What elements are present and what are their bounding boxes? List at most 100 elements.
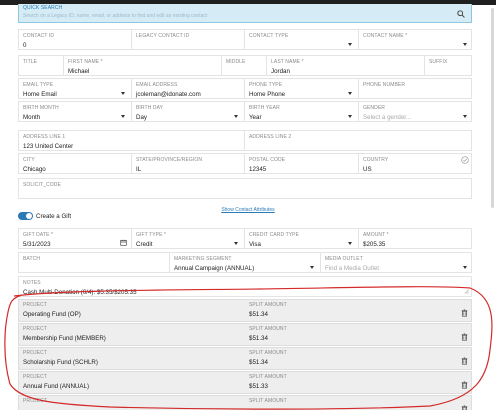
birth-day-select[interactable]: BIRTH DAY Day <box>132 102 245 121</box>
country-field[interactable]: COUNTRY US <box>359 154 473 173</box>
chevron-down-icon <box>463 266 467 269</box>
country-label: COUNTRY <box>363 157 389 163</box>
email-address-value: jcoleman@idonate.com <box>136 91 201 98</box>
trash-icon[interactable] <box>461 309 468 317</box>
scrollbar[interactable] <box>491 8 494 208</box>
state-field[interactable]: STATE/PROVINCE/REGION IL <box>132 154 245 173</box>
chevron-down-icon <box>348 43 352 46</box>
middle-label: MIDDLE <box>226 59 246 65</box>
last-name-field[interactable]: LAST NAME * Jordan <box>267 56 425 75</box>
address-line-1-label: ADDRESS LINE 1 <box>23 134 66 140</box>
project-value: Scholarship Fund (SCHLR) <box>23 359 98 366</box>
toggle-knob <box>26 213 32 219</box>
address-line-1-value: 123 United Center <box>23 143 74 150</box>
chevron-down-icon <box>348 242 352 245</box>
quick-search-label: QUICK SEARCH <box>23 5 63 11</box>
project-field[interactable]: PROJECT <box>19 396 245 410</box>
birth-month-select[interactable]: BIRTH MONTH Month <box>19 102 132 121</box>
credit-card-type-value: Visa <box>249 241 261 248</box>
trash-icon[interactable] <box>461 381 468 389</box>
project-split-row: PROJECT Annual Fund (ANNUAL) SPLIT AMOUNT $… <box>18 371 472 394</box>
media-outlet-select[interactable]: MEDIA OUTLET Find a Media Outlet <box>321 253 473 272</box>
birth-row: BIRTH MONTH Month BIRTH DAY Day BIRTH YE… <box>18 101 472 122</box>
split-amount-field[interactable]: SPLIT AMOUNT $51.34 <box>245 348 473 369</box>
city-label: CITY <box>23 157 35 163</box>
trash-icon[interactable] <box>461 333 468 341</box>
middle-name-field[interactable]: MIDDLE <box>222 56 267 75</box>
trash-icon[interactable] <box>461 405 468 410</box>
project-field[interactable]: PROJECT Annual Fund (ANNUAL) <box>19 372 245 393</box>
city-field[interactable]: CITY Chicago <box>19 154 132 173</box>
marketing-segment-select[interactable]: MARKETING SEGMENT Annual Campaign (ANNUA… <box>170 253 321 272</box>
title-label: TITLE <box>23 59 38 65</box>
search-icon[interactable] <box>457 10 465 18</box>
contact-id-field[interactable]: CONTACT ID 0 <box>19 30 132 49</box>
phone-number-label: PHONE NUMBER <box>363 82 406 88</box>
trash-icon[interactable] <box>461 357 468 365</box>
suffix-field[interactable]: SUFFIX <box>425 56 473 75</box>
phone-type-select[interactable]: PHONE TYPE Home Phone <box>245 79 359 98</box>
postal-code-field[interactable]: POSTAL CODE 12345 <box>245 154 359 173</box>
split-amount-value: $51.33 <box>249 383 268 390</box>
solicit-code-field[interactable]: SOLICIT_CODE <box>18 178 472 199</box>
project-value: Operating Fund (OP) <box>23 311 81 318</box>
split-amount-label: SPLIT AMOUNT <box>249 326 287 332</box>
notes-field[interactable]: NOTES Cash Multi-Donation (0/4): $5.35/$… <box>18 276 472 297</box>
gender-placeholder: Select a gender... <box>363 114 412 121</box>
postal-code-value: 12345 <box>249 166 267 173</box>
birth-year-label: BIRTH YEAR <box>249 105 280 111</box>
birth-year-select[interactable]: BIRTH YEAR Year <box>245 102 359 121</box>
birth-year-value: Year <box>249 114 262 121</box>
address-line-2-field[interactable]: ADDRESS LINE 2 <box>245 131 473 150</box>
phone-number-field[interactable]: PHONE NUMBER <box>359 79 473 98</box>
chevron-down-icon <box>234 242 238 245</box>
email-type-select[interactable]: EMAIL TYPE Home Email <box>19 79 132 98</box>
split-amount-field[interactable]: SPLIT AMOUNT $51.33 <box>245 372 473 393</box>
project-field[interactable]: PROJECT Scholarship Fund (SCHLR) <box>19 348 245 369</box>
address-line-1-field[interactable]: ADDRESS LINE 1 123 United Center <box>19 131 245 150</box>
amount-label: AMOUNT * <box>363 232 389 238</box>
split-amount-field[interactable]: SPLIT AMOUNT $51.34 <box>245 300 473 321</box>
credit-card-type-label: CREDIT CARD TYPE <box>249 232 300 238</box>
gift-date-field[interactable]: GIFT DATE * 5/31/2023 <box>19 229 132 248</box>
contact-type-label: CONTACT TYPE <box>249 33 289 39</box>
gender-label: GENDER <box>363 105 385 111</box>
calendar-icon[interactable] <box>120 239 127 246</box>
project-field[interactable]: PROJECT Operating Fund (OP) <box>19 300 245 321</box>
city-value: Chicago <box>23 166 46 173</box>
batch-field[interactable]: BATCH <box>19 253 170 272</box>
legacy-contact-id-label: LEGACY CONTACT ID <box>136 33 190 39</box>
gift-type-select[interactable]: GIFT TYPE * Credit <box>132 229 245 248</box>
name-row: TITLE FIRST NAME * Michael MIDDLE LAST N… <box>18 55 472 76</box>
legacy-contact-id-field[interactable]: LEGACY CONTACT ID <box>132 30 245 49</box>
birth-day-label: BIRTH DAY <box>136 105 164 111</box>
create-gift-toggle[interactable] <box>18 212 33 220</box>
amount-field[interactable]: AMOUNT * $205.35 <box>359 229 473 248</box>
project-split-row: PROJECT Membership Fund (MEMBER) SPLIT AMO… <box>18 323 472 346</box>
project-value: Membership Fund (MEMBER) <box>23 335 106 342</box>
project-value: Annual Fund (ANNUAL) <box>23 383 90 390</box>
solicit-code-label: SOLICIT_CODE <box>23 182 61 188</box>
address-line-2-label: ADDRESS LINE 2 <box>249 134 292 140</box>
quick-search-field[interactable]: QUICK SEARCH Search on a Legacy ID, name… <box>18 4 472 23</box>
media-outlet-label: MEDIA OUTLET <box>325 256 363 262</box>
chevron-down-icon <box>463 115 467 118</box>
contact-name-select[interactable]: CONTACT NAME * <box>359 30 473 49</box>
gender-select[interactable]: GENDER Select a gender... <box>359 102 473 121</box>
birth-day-value: Day <box>136 114 148 121</box>
split-amount-label: SPLIT AMOUNT <box>249 350 287 356</box>
first-name-field[interactable]: FIRST NAME * Michael <box>64 56 222 75</box>
credit-card-type-select[interactable]: CREDIT CARD TYPE Visa <box>245 229 359 248</box>
split-amount-field[interactable]: SPLIT AMOUNT $51.34 <box>245 324 473 345</box>
gift-row: GIFT DATE * 5/31/2023 GIFT TYPE * Credit… <box>18 228 472 249</box>
state-label: STATE/PROVINCE/REGION <box>136 157 203 163</box>
email-address-field[interactable]: EMAIL ADDRESS jcoleman@idonate.com <box>132 79 245 98</box>
show-contact-attributes-link[interactable]: Show Contact Attributes <box>0 207 496 213</box>
project-field[interactable]: PROJECT Membership Fund (MEMBER) <box>19 324 245 345</box>
birth-month-value: Month <box>23 114 41 121</box>
split-amount-field[interactable]: SPLIT AMOUNT <box>245 396 473 410</box>
resize-handle-icon[interactable] <box>464 289 469 294</box>
title-field[interactable]: TITLE <box>19 56 64 75</box>
contact-type-select[interactable]: CONTACT TYPE <box>245 30 359 49</box>
gift-date-value: 5/31/2023 <box>23 241 51 248</box>
